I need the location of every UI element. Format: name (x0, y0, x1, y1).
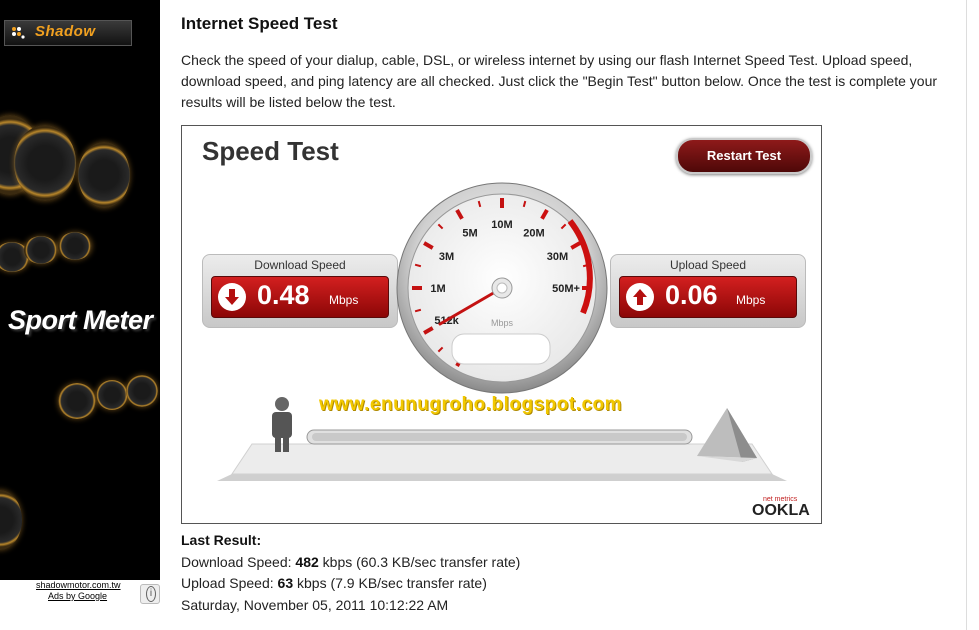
last-upload-label: Upload Speed: (181, 575, 274, 591)
ad-gauge-image (78, 142, 130, 208)
download-unit: Mbps (329, 293, 359, 307)
gauge-label: 10M (491, 219, 512, 231)
ad-gauge-image (58, 232, 92, 260)
shadow-logo: Shadow (4, 20, 132, 46)
last-download-rate: kbps (60.3 KB/sec transfer rate) (322, 554, 521, 570)
page-title: Internet Speed Test (181, 14, 338, 33)
gauge-unit: Mbps (491, 318, 514, 328)
gauge-label: 3M (439, 251, 454, 263)
pyramid-icon (697, 408, 757, 462)
last-result-timestamp: Saturday, November 05, 2011 10:12:22 AM (181, 597, 449, 613)
intro-text: Check the speed of your dialup, cable, D… (181, 52, 938, 110)
ad-brand: Shadow (35, 23, 96, 40)
gauge-label: 50M+ (552, 283, 580, 295)
ad-gauge-image (24, 236, 58, 264)
ads-by-google-link[interactable]: Ads by Google (48, 591, 107, 601)
ad-gauge-image (58, 383, 96, 419)
ad-info-icon[interactable]: i (140, 584, 160, 604)
ad-gauge-image (96, 380, 128, 410)
gauge-label: 5M (462, 228, 477, 240)
speedometer-dial: 0512k1M3M5M10M20M30M50M+ Mbps (396, 182, 608, 394)
last-download-label: Download Speed: (181, 554, 292, 570)
ad-gauge-image (0, 490, 22, 550)
ookla-logo[interactable]: OOKLA (752, 502, 810, 520)
logo-mark-icon (12, 27, 25, 39)
gauge-label: 1M (430, 283, 445, 295)
speedometer: 0512k1M3M5M10M20M30M50M+ Mbps (395, 181, 609, 395)
widget-title: Speed Test (202, 136, 339, 166)
gauge-label: 20M (523, 228, 544, 240)
ad-gauge-image (14, 125, 76, 201)
last-result-heading: Last Result: (181, 532, 262, 548)
download-value: 0.48 (257, 280, 310, 310)
upload-unit: Mbps (736, 293, 766, 307)
download-caption: Download Speed (254, 258, 346, 272)
last-upload-value: 63 (277, 575, 294, 591)
ad-headline: Sport Meter (8, 305, 153, 335)
ad-footer: shadowmotor.com.tw Ads by Google i (0, 580, 160, 606)
restart-test-button[interactable]: Restart Test (676, 138, 812, 174)
last-download-line: Download Speed: 482 kbps (60.3 KB/sec tr… (181, 554, 520, 570)
ad-banner[interactable]: Shadow Sport Meter (0, 0, 160, 580)
download-readout: 0.48 Mbps (211, 276, 389, 318)
gauge-label: 30M (547, 251, 568, 263)
download-speed-box: Download Speed 0.48 Mbps (202, 254, 398, 328)
page-divider (966, 0, 967, 630)
last-upload-rate: kbps (7.9 KB/sec transfer rate) (297, 575, 487, 591)
upload-speed-box: Upload Speed 0.06 Mbps (610, 254, 806, 328)
upload-caption: Upload Speed (669, 258, 747, 272)
download-arrow-icon (218, 283, 246, 311)
upload-arrow-icon (626, 283, 654, 311)
last-upload-line: Upload Speed: 63 kbps (7.9 KB/sec transf… (181, 575, 487, 591)
ad-gauge-image (126, 375, 158, 407)
last-download-value: 482 (295, 554, 319, 570)
upload-value: 0.06 (665, 280, 718, 310)
upload-readout: 0.06 Mbps (619, 276, 797, 318)
ad-site-link[interactable]: shadowmotor.com.tw (36, 580, 121, 590)
speed-test-widget[interactable]: Speed Test Restart Test Download Speed 0… (181, 125, 822, 524)
blog-watermark: www.enunugroho.blogspot.com (319, 394, 623, 415)
